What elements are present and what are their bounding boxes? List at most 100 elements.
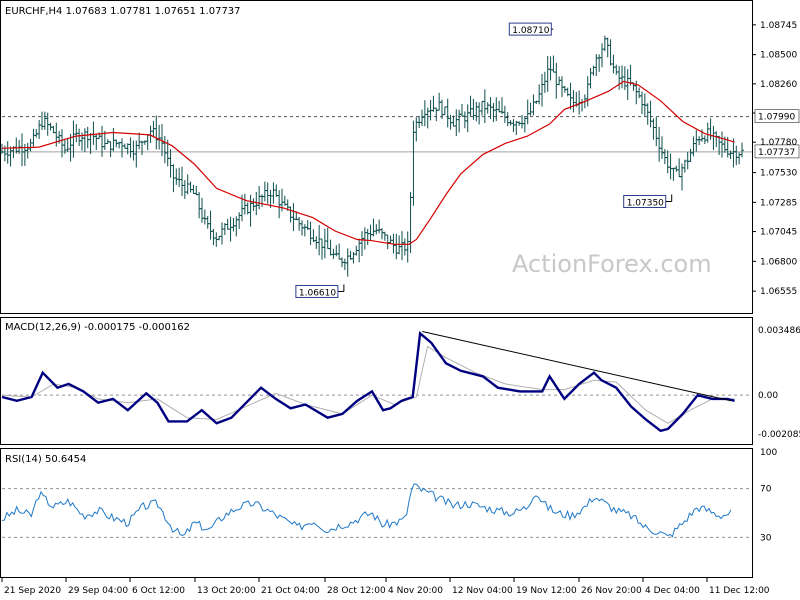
price-bar	[288, 206, 293, 223]
price-bar	[677, 158, 682, 178]
price-bar	[34, 129, 39, 138]
price-bar	[405, 231, 410, 263]
price-bar	[65, 138, 70, 152]
price-bar	[122, 143, 127, 149]
watermark-text: ActionForex.com	[512, 250, 712, 278]
level-line-tag: 1.07990	[758, 113, 795, 123]
price-bar	[731, 138, 736, 168]
macd-header: MACD(12,26,9) -0.000175 -0.000162	[5, 322, 190, 333]
price-bar	[705, 122, 710, 143]
price-bar	[8, 146, 13, 167]
price-bar	[154, 115, 159, 150]
price-bar	[654, 117, 659, 147]
price-bar	[242, 193, 247, 215]
price-bar	[485, 102, 490, 114]
price-annotation: 1.08710	[508, 22, 554, 36]
price-bar	[274, 184, 279, 197]
price-bar	[480, 100, 484, 116]
price-bar	[648, 100, 653, 128]
price-bar	[734, 145, 739, 166]
price-bar	[231, 217, 236, 232]
price-bar	[85, 126, 90, 149]
price-bar	[325, 227, 330, 250]
price-bar	[651, 118, 656, 140]
price-bar	[37, 119, 42, 139]
y-tick-label: 1.08260	[760, 80, 797, 90]
price-bar	[585, 76, 590, 107]
macd-line	[1, 331, 735, 433]
price-bar	[688, 148, 693, 162]
price-bar	[477, 102, 482, 125]
price-bar	[454, 109, 459, 137]
price-axis: 1.087451.085001.082601.080201.077801.075…	[752, 21, 800, 297]
price-bar	[194, 185, 199, 196]
price-bar	[322, 228, 327, 259]
price-bar	[54, 122, 59, 147]
price-header: EURCHF,H4 1.07683 1.07781 1.07651 1.0773…	[5, 6, 241, 17]
price-bar	[262, 181, 267, 202]
price-annotation: 1.07350	[623, 194, 673, 208]
price-bar	[342, 258, 347, 271]
price-bar	[640, 91, 644, 115]
svg-text:1.06610: 1.06610	[299, 288, 336, 298]
price-bar	[482, 89, 487, 124]
price-bar	[505, 112, 510, 127]
price-bar	[334, 245, 339, 257]
price-bar	[714, 131, 719, 147]
price-bar	[228, 216, 233, 242]
macd-y-tick-label: 0.003486	[758, 326, 800, 336]
price-bar	[522, 117, 527, 133]
price-bar	[308, 221, 313, 245]
macd-signal-line	[1, 345, 735, 424]
x-tick-label: 21 Oct 04:00	[261, 586, 320, 596]
x-tick-label: 29 Sep 04:00	[68, 586, 128, 596]
y-tick-label: 1.07530	[760, 169, 797, 179]
price-bar	[42, 111, 47, 130]
price-bar	[605, 37, 610, 58]
price-grid	[2, 116, 752, 153]
price-bar	[708, 118, 713, 140]
price-bar	[374, 224, 379, 235]
rsi-y-tick-label: 30	[760, 533, 772, 543]
price-bar	[740, 142, 744, 158]
price-bar	[28, 138, 33, 152]
price-bar	[371, 218, 376, 237]
price-bar	[257, 185, 262, 210]
y-tick-label: 1.08500	[760, 51, 797, 61]
price-bar	[682, 159, 687, 173]
price-bar	[528, 102, 533, 116]
price-bar	[191, 185, 196, 194]
price-bar	[502, 105, 507, 123]
price-bar	[302, 224, 307, 237]
price-bar	[442, 106, 447, 116]
price-bar	[362, 227, 367, 250]
price-bar	[497, 100, 502, 113]
price-bar	[460, 103, 464, 117]
rsi-y-tick-label: 70	[760, 485, 772, 495]
price-bar	[420, 109, 424, 126]
price-bar	[440, 99, 444, 119]
price-tag: 1.07737	[758, 148, 795, 158]
price-bar	[551, 55, 556, 73]
price-bar	[248, 194, 253, 227]
price-bar	[571, 90, 576, 113]
price-bar	[111, 127, 116, 152]
price-bar	[202, 209, 207, 225]
price-bar	[511, 119, 516, 133]
chart-canvas: ActionForex.com EURCHF,H4 1.07683 1.0778…	[0, 0, 800, 596]
price-bar	[540, 74, 544, 107]
rsi-layer	[1, 483, 752, 538]
price-bar	[697, 136, 702, 146]
price-bar	[320, 238, 324, 260]
macd-layer	[1, 331, 752, 433]
price-bar	[208, 210, 213, 240]
price-bar	[131, 140, 136, 161]
x-tick-label: 6 Oct 12:00	[132, 586, 185, 596]
price-bar	[168, 149, 173, 178]
rsi-panel-frame	[0, 448, 753, 578]
macd-trendline	[422, 331, 732, 402]
price-bar	[237, 212, 242, 229]
price-bar	[491, 102, 496, 122]
price-bar	[462, 111, 467, 129]
price-bar	[365, 228, 370, 246]
